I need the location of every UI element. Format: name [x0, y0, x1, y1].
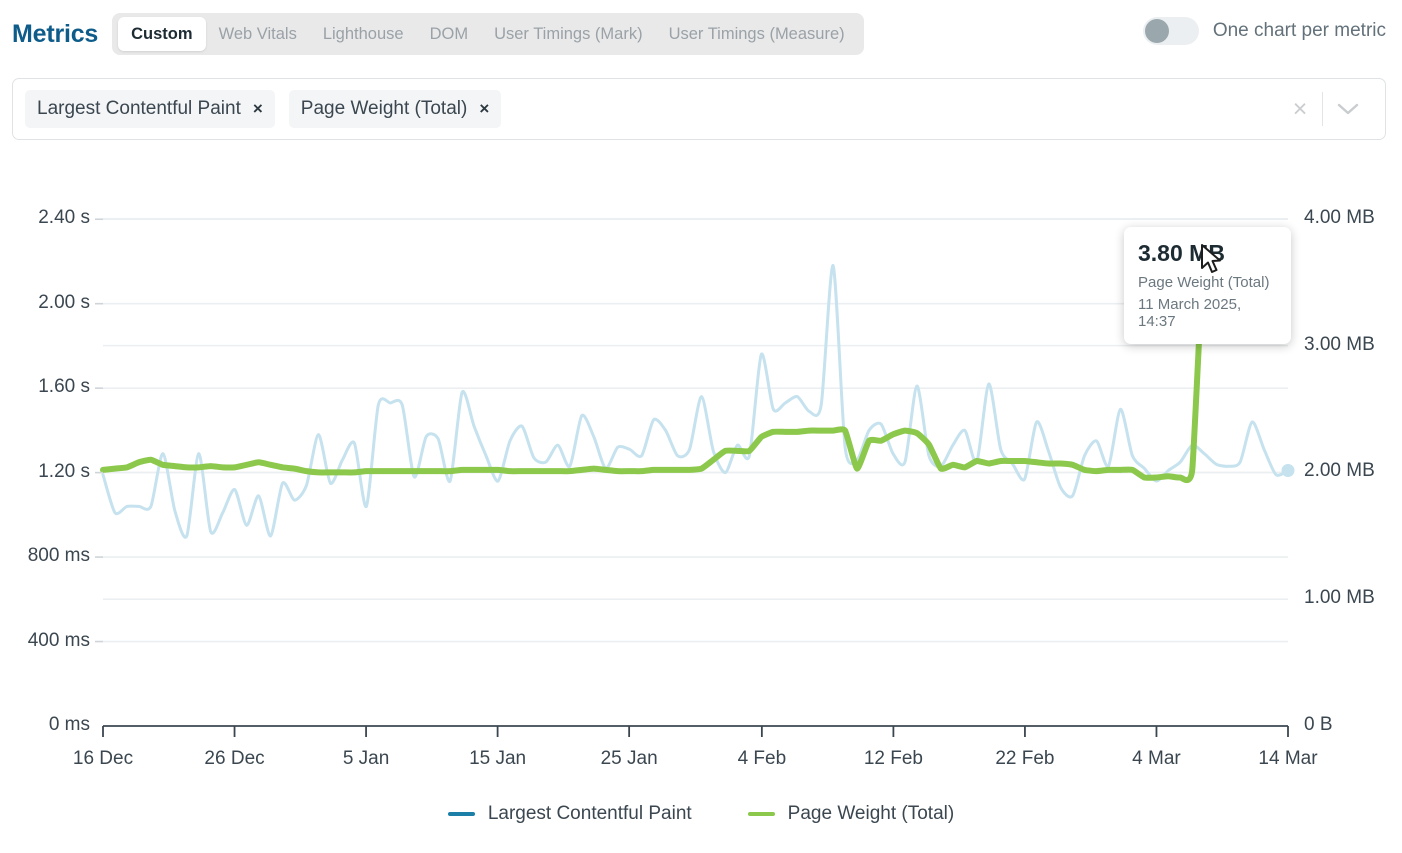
tab-custom[interactable]: Custom	[118, 17, 206, 51]
y-axis-left-tick-label: 1.60 s	[38, 376, 90, 398]
x-axis-tick-label: 5 Jan	[342, 748, 390, 769]
tab-web-vitals[interactable]: Web Vitals	[206, 17, 310, 51]
x-axis-tick-label: 22 Feb	[995, 748, 1055, 769]
chart-tooltip: 3.80 MB Page Weight (Total) 11 March 202…	[1124, 227, 1291, 345]
y-axis-right-tick-label: 4.00 MB	[1304, 206, 1375, 228]
y-axis-right-tick-label: 3.00 MB	[1304, 333, 1375, 355]
metric-chip-label: Page Weight (Total)	[300, 98, 468, 119]
tooltip-date: 11 March 2025, 14:37	[1138, 296, 1242, 331]
legend-item[interactable]: Largest Contentful Paint	[447, 803, 692, 825]
x-axis-tick-label: 16 Dec	[72, 748, 134, 769]
y-axis-left-tick-label: 800 ms	[27, 545, 90, 567]
tab-bar: Custom Web Vitals Lighthouse DOM User Timing…	[112, 13, 864, 55]
tooltip-metric-name: Page Weight (Total)	[1138, 274, 1270, 292]
tab-user-timings-measure[interactable]: User Timings (Measure)	[656, 17, 858, 51]
y-axis-left-tick-label: 0 ms	[48, 714, 90, 735]
one-chart-per-metric-toggle[interactable]	[1142, 17, 1199, 45]
y-axis-left-tick-label: 1.20 s	[38, 460, 90, 482]
selected-metric-chips: Largest Contentful Paint × Page Weight (To…	[25, 90, 1278, 128]
x-axis-tick-label: 14 Mar	[1258, 748, 1318, 769]
legend-color-swatch	[747, 812, 775, 816]
series-end-marker	[1281, 464, 1295, 478]
chevron-down-icon[interactable]	[1323, 102, 1373, 116]
legend-item[interactable]: Page Weight (Total)	[747, 803, 955, 825]
x-axis-tick-label: 15 Jan	[469, 748, 527, 769]
tab-dom[interactable]: DOM	[417, 17, 482, 51]
y-axis-right-tick-label: 1.00 MB	[1304, 587, 1375, 609]
y-axis-left-tick-label: 2.00 s	[38, 291, 90, 313]
y-axis-left-tick-label: 2.40 s	[38, 207, 90, 229]
chart-legend: Largest Contentful Paint Page Weight (Tot…	[0, 803, 1402, 825]
one-chart-per-metric-control[interactable]: One chart per metric	[1142, 17, 1386, 45]
metrics-page: Metrics Custom Web Vitals Lighthouse DOM Use…	[0, 0, 1402, 853]
series-line[interactable]	[101, 264, 1290, 539]
metric-select[interactable]: Largest Contentful Paint × Page Weight (To…	[12, 78, 1386, 140]
x-axis-tick-label: 26 Dec	[204, 748, 265, 769]
y-axis-right-tick-label: 0 B	[1304, 714, 1333, 735]
select-actions: ×	[1278, 92, 1373, 126]
toggle-label: One chart per metric	[1212, 20, 1386, 41]
clear-all-icon[interactable]: ×	[1278, 96, 1322, 122]
tab-lighthouse[interactable]: Lighthouse	[310, 17, 417, 51]
toggle-knob	[1144, 19, 1169, 43]
x-axis-tick-label: 25 Jan	[600, 748, 658, 769]
legend-label: Page Weight (Total)	[787, 803, 955, 824]
series-line[interactable]	[100, 234, 1291, 484]
metric-chip-remove-icon[interactable]: ×	[253, 99, 263, 119]
tab-user-timings-mark[interactable]: User Timings (Mark)	[481, 17, 656, 51]
legend-color-swatch	[447, 812, 475, 816]
x-axis-tick-label: 4 Feb	[737, 748, 787, 769]
metric-chip[interactable]: Page Weight (Total) ×	[288, 90, 502, 128]
tooltip-value: 3.80 MB	[1138, 240, 1225, 266]
x-axis-tick-label: 12 Feb	[863, 748, 923, 769]
metric-chip-label: Largest Contentful Paint	[37, 98, 241, 119]
legend-label: Largest Contentful Paint	[487, 803, 692, 824]
metric-chip-remove-icon[interactable]: ×	[479, 99, 489, 119]
x-axis-tick-label: 4 Mar	[1132, 748, 1181, 769]
y-axis-left-tick-label: 400 ms	[27, 629, 90, 651]
y-axis-right-tick-label: 2.00 MB	[1304, 460, 1375, 482]
metric-chip[interactable]: Largest Contentful Paint ×	[25, 90, 275, 128]
page-title: Metrics	[12, 19, 99, 48]
